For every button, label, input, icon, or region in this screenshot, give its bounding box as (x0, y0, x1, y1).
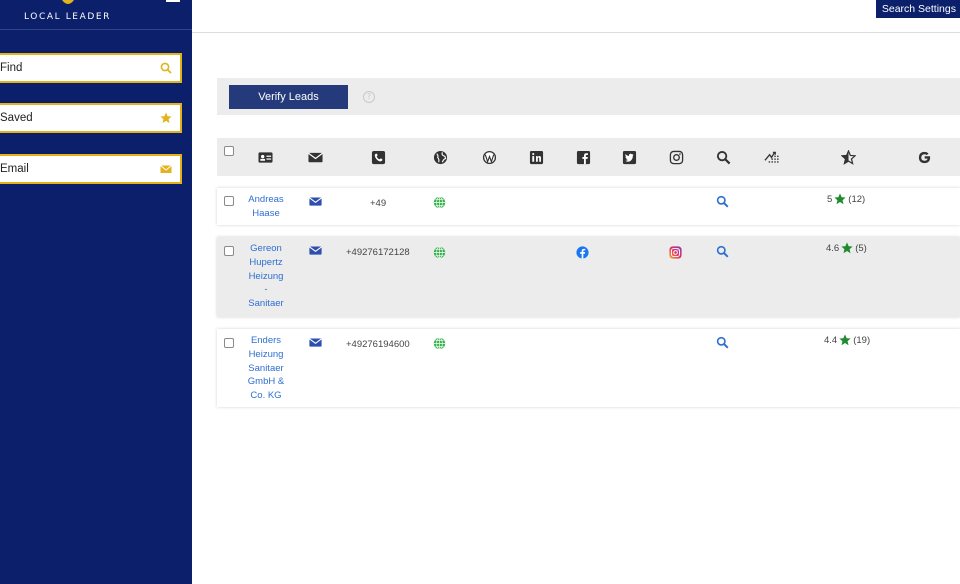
table-row: Gereon Hupertz Heizung - Sanitaer +49276… (217, 237, 960, 317)
linkedin-icon (526, 138, 546, 176)
website-globe-icon[interactable] (433, 196, 446, 209)
google-icon (914, 138, 934, 176)
table-row: Andreas Haase +49 5 (12) (217, 188, 960, 225)
brand-header: LOCAL LEADER (0, 0, 192, 30)
sidebar: LOCAL LEADER Find Saved Email (0, 0, 192, 584)
search-icon[interactable] (716, 245, 729, 258)
wordpress-icon (479, 138, 499, 176)
website-globe-icon[interactable] (433, 246, 446, 259)
email-icon[interactable] (309, 195, 322, 208)
star-icon (841, 242, 853, 254)
table-header (217, 138, 960, 176)
website-icon (430, 138, 450, 176)
instagram-icon[interactable] (669, 246, 682, 259)
top-bar: Search Settings (192, 0, 960, 33)
email-icon[interactable] (309, 244, 322, 257)
search-icon[interactable] (716, 336, 729, 349)
ranking-icon (761, 138, 781, 176)
instagram-icon (666, 138, 686, 176)
logo-icon (62, 0, 74, 4)
search-icon (160, 62, 172, 74)
envelope-icon (160, 165, 172, 173)
sidebar-item-label: Email (0, 163, 29, 175)
sidebar-item-label: Saved (0, 112, 33, 124)
select-all-checkbox[interactable] (223, 132, 235, 170)
email-icon (305, 138, 325, 176)
phone-number[interactable]: +49 (370, 198, 386, 209)
lead-name[interactable]: Andreas Haase (244, 193, 288, 221)
star-icon (839, 334, 851, 346)
facebook-icon (573, 138, 593, 176)
contact-card-icon (255, 138, 275, 176)
table-row: Enders Heizung Sanitaer GmbH & Co. KG +4… (217, 329, 960, 407)
row-checkbox[interactable] (224, 338, 234, 348)
star-icon (834, 193, 846, 205)
search-settings-button[interactable]: Search Settings (875, 0, 960, 18)
rating: 4.4 (19) (824, 334, 871, 346)
lead-name[interactable]: Enders Heizung Sanitaer GmbH & Co. KG (244, 334, 288, 403)
rating: 5 (12) (827, 193, 866, 205)
verify-toolbar: Verify Leads ? (217, 78, 960, 115)
row-checkbox[interactable] (224, 196, 234, 206)
row-checkbox[interactable] (224, 246, 234, 256)
twitter-icon (619, 138, 639, 176)
phone-icon (368, 138, 388, 176)
sidebar-item-find[interactable]: Find (0, 53, 182, 83)
sidebar-item-label: Find (0, 62, 23, 74)
rating-star-icon (838, 138, 858, 176)
phone-number[interactable]: +49276194600 (346, 339, 410, 350)
verify-leads-button[interactable]: Verify Leads (229, 85, 348, 109)
search-icon[interactable] (716, 195, 729, 208)
website-globe-icon[interactable] (433, 337, 446, 350)
help-icon[interactable]: ? (363, 91, 375, 103)
brand-name: LOCAL LEADER (24, 12, 112, 22)
facebook-icon[interactable] (576, 246, 589, 259)
sidebar-item-email[interactable]: Email (0, 154, 182, 184)
lead-name[interactable]: Gereon Hupertz Heizung - Sanitaer (244, 242, 288, 311)
search-icon (713, 138, 733, 176)
star-icon (160, 112, 172, 123)
sidebar-item-saved[interactable]: Saved (0, 103, 182, 133)
rating: 4.6 (5) (826, 242, 867, 254)
email-icon[interactable] (309, 336, 322, 349)
menu-toggle-icon[interactable] (166, 0, 180, 6)
phone-number[interactable]: +49276172128 (346, 247, 410, 258)
